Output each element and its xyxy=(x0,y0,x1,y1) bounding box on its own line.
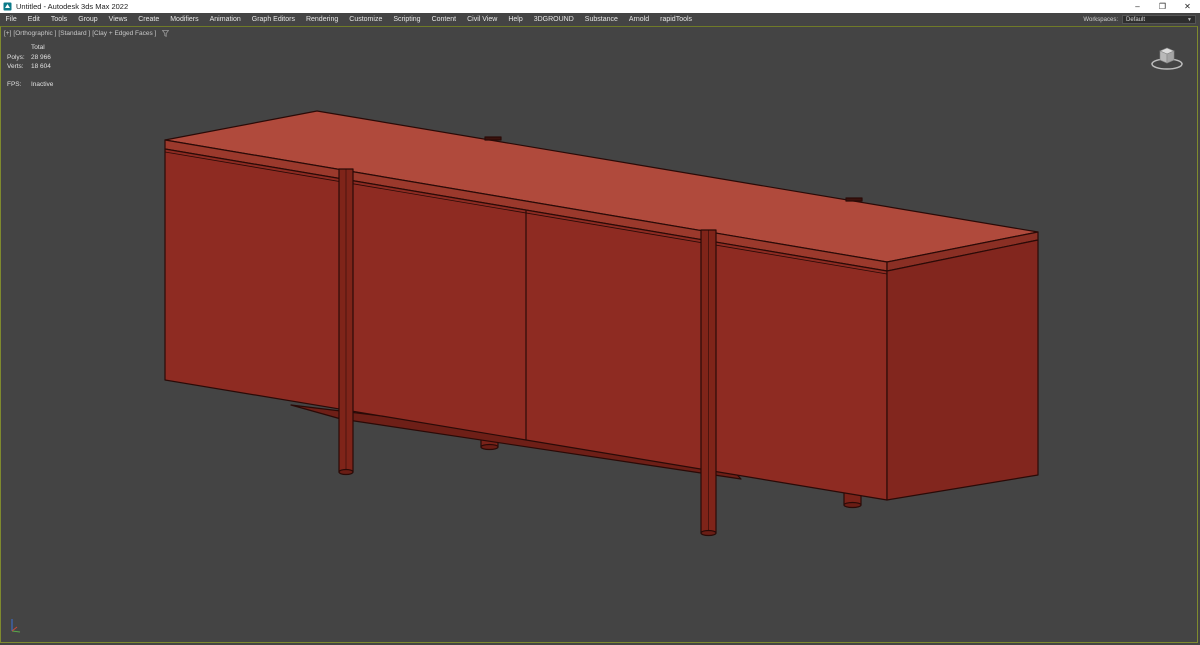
menu-civil-view[interactable]: Civil View xyxy=(462,13,503,26)
menu-tools[interactable]: Tools xyxy=(45,13,72,26)
menu-edit[interactable]: Edit xyxy=(22,13,45,26)
scene-render xyxy=(164,110,1039,537)
menu-rapidtools[interactable]: rapidTools xyxy=(655,13,698,26)
axis-tripod-icon xyxy=(9,616,23,634)
menu-help[interactable]: Help xyxy=(503,13,528,26)
menu-substance[interactable]: Substance xyxy=(579,13,623,26)
menu-scripting[interactable]: Scripting xyxy=(388,13,426,26)
workspaces-value: Default xyxy=(1126,16,1146,23)
workspaces-selector: Workspaces: Default ▼ xyxy=(1083,13,1196,26)
workspaces-dropdown[interactable]: Default ▼ xyxy=(1122,15,1196,24)
menu-animation[interactable]: Animation xyxy=(204,13,246,26)
verts-label: Verts: xyxy=(7,63,24,70)
viewport-view-type[interactable]: [Orthographic ] xyxy=(13,30,56,39)
scene-statistics: Total Polys: 28 966 Verts: 18 604 FPS: I… xyxy=(7,43,53,89)
fps-label: FPS: xyxy=(7,80,22,88)
funnel-icon[interactable] xyxy=(162,30,170,39)
viewport-menu-plus[interactable]: [+] xyxy=(4,30,11,39)
menu-bar: File Edit Tools Group Views Create Modif… xyxy=(0,13,1200,26)
chevron-down-icon: ▼ xyxy=(1187,16,1192,23)
front-leg-right xyxy=(700,229,717,537)
menu-graph-editors[interactable]: Graph Editors xyxy=(246,13,300,26)
menu-3dground[interactable]: 3DGROUND xyxy=(528,13,579,26)
minimize-button[interactable]: – xyxy=(1125,0,1150,13)
viewport-shading-mode[interactable]: [Standard ] xyxy=(58,30,90,39)
window-controls: – ❐ ✕ xyxy=(1125,0,1200,13)
stats-header: Total xyxy=(31,44,45,51)
menu-views[interactable]: Views xyxy=(103,13,133,26)
app-window: Untitled - Autodesk 3ds Max 2022 – ❐ ✕ F… xyxy=(0,0,1200,645)
perspective-viewport[interactable]: [+] [Orthographic ] [Standard ] [Clay + … xyxy=(0,26,1198,643)
top-handle-right xyxy=(845,197,863,202)
verts-value: 18 604 xyxy=(31,63,51,70)
menu-group[interactable]: Group xyxy=(73,13,103,26)
fps-value: Inactive xyxy=(31,80,54,88)
menu-content[interactable]: Content xyxy=(426,13,462,26)
workspaces-label: Workspaces: xyxy=(1083,16,1118,23)
3dsmax-app-icon xyxy=(3,2,12,11)
viewport-label[interactable]: [+] [Orthographic ] [Standard ] [Clay + … xyxy=(4,30,170,39)
menu-rendering[interactable]: Rendering xyxy=(300,13,343,26)
restore-button[interactable]: ❐ xyxy=(1150,0,1175,13)
menu-arnold[interactable]: Arnold xyxy=(623,13,654,26)
menu-create[interactable]: Create xyxy=(133,13,165,26)
polys-value: 28 966 xyxy=(31,53,51,61)
top-handle-left xyxy=(484,136,502,141)
menu-modifiers[interactable]: Modifiers xyxy=(165,13,204,26)
front-leg-left xyxy=(338,168,354,476)
menu-file[interactable]: File xyxy=(0,13,22,26)
title-bar: Untitled - Autodesk 3ds Max 2022 – ❐ ✕ xyxy=(0,0,1200,13)
viewport-display-style[interactable]: [Clay + Edged Faces ] xyxy=(92,30,156,39)
close-button[interactable]: ✕ xyxy=(1175,0,1200,13)
cabinet-side-panel xyxy=(886,239,1039,501)
window-title: Untitled - Autodesk 3ds Max 2022 xyxy=(16,2,129,11)
viewcube-icon[interactable] xyxy=(1151,45,1183,71)
polys-label: Polys: xyxy=(7,53,25,61)
menu-customize[interactable]: Customize xyxy=(344,13,388,26)
